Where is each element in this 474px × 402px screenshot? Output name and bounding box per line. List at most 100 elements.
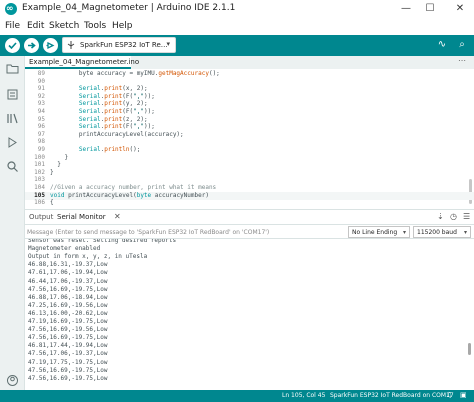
library-icon[interactable] — [6, 112, 19, 125]
autoscroll-icon[interactable]: ⇣ — [437, 212, 444, 221]
baud-rate-select[interactable]: 115200 baud ▾ — [413, 226, 471, 238]
baud-rate-value: 115200 baud — [417, 229, 457, 236]
board-selector[interactable]: SparkFun ESP32 IoT Re… ▾ — [62, 37, 176, 53]
code-token: Serial — [78, 92, 101, 100]
more-tabs-icon[interactable]: ⋯ — [458, 56, 466, 65]
upload-button[interactable] — [24, 38, 39, 53]
debug-sidebar-icon[interactable] — [6, 136, 19, 149]
folder-icon[interactable] — [6, 62, 19, 75]
code-token: (y, 2); — [122, 100, 148, 108]
line-number: 106 — [34, 199, 45, 207]
code-token: (F( — [122, 108, 134, 115]
tab-sketch-file[interactable]: Example_04_Magnetometer.ino — [25, 56, 139, 69]
code-token: Serial — [78, 85, 101, 93]
clear-output-icon[interactable]: ☰ — [463, 212, 470, 221]
code-token: //Given a accuracy number, print what it… — [50, 184, 217, 191]
timestamp-icon[interactable]: ◷ — [450, 212, 457, 221]
serial-output-line: 46.44,17.06,-19.37,Low — [28, 277, 108, 285]
verify-button[interactable] — [5, 38, 20, 53]
serial-output-line: 47.19,16.69,-19.75,Low — [28, 318, 108, 325]
tab-serial-monitor[interactable]: Serial Monitor — [57, 213, 106, 221]
board-manager-icon[interactable] — [6, 88, 19, 101]
debug-button[interactable] — [43, 38, 58, 53]
minimize-button[interactable]: — — [398, 1, 414, 17]
serial-plotter-icon[interactable]: ∿ — [435, 38, 449, 52]
window-title: Example_04_Magnetometer | Arduino IDE 2.… — [22, 3, 236, 13]
serial-output-line: 47.61,17.06,-19.94,Low — [28, 269, 108, 277]
code-token: )); — [143, 92, 155, 100]
arrow-right-icon — [28, 42, 36, 49]
serial-output-line: 47.56,17.06,-19.37,Low — [28, 350, 108, 358]
board-name: SparkFun ESP32 IoT Re… — [80, 41, 168, 49]
serial-output-line: 47.25,16.69,-19.56,Low — [28, 301, 108, 309]
code-token: } — [50, 161, 61, 169]
serial-monitor-icon[interactable]: ⌕ — [455, 38, 469, 52]
search-icon[interactable] — [6, 160, 19, 173]
code-token: print — [104, 123, 123, 131]
chevron-down-icon: ▾ — [402, 229, 406, 236]
code-token: (); — [208, 70, 220, 77]
code-token: )); — [143, 108, 155, 115]
serial-output-line: 47.56,16.69,-19.56,Low — [28, 326, 108, 334]
serial-output-line: 47.56,16.69,-19.75,Low — [28, 366, 108, 374]
close-button[interactable]: ✕ — [452, 1, 468, 17]
menu-tools[interactable]: Tools — [84, 21, 106, 31]
line-ending-select[interactable]: No Line Ending ▾ — [348, 226, 410, 238]
code-token: void — [50, 191, 65, 199]
debug-icon — [46, 41, 55, 50]
code-token: (F( — [122, 92, 134, 100]
serial-output-line: 47.56,16.69,-19.75,Low — [28, 285, 108, 293]
code-token: (x, 2); — [122, 85, 148, 93]
menu-sketch[interactable]: Sketch — [49, 21, 79, 31]
code-token: println — [104, 146, 130, 153]
code-token: } — [50, 153, 69, 161]
code-editor[interactable]: 89 byte accuracy = myIMU.getMagAccuracy(… — [25, 69, 474, 209]
serial-output-line: 46.88,17.06,-18.94,Low — [28, 293, 108, 301]
menu-help[interactable]: Help — [112, 21, 133, 31]
layout-icon[interactable]: ▣ — [460, 391, 467, 399]
status-bar: Ln 105, Col 45 SparkFun ESP32 IoT RedBoa… — [0, 390, 474, 402]
code-token: )); — [143, 123, 155, 131]
maximize-button[interactable]: ☐ — [422, 1, 438, 17]
code-token: (F( — [122, 123, 134, 131]
account-icon[interactable] — [6, 374, 19, 387]
menu-edit[interactable]: Edit — [27, 21, 44, 31]
code-token: (); — [129, 146, 141, 153]
close-serial-monitor-icon[interactable]: ✕ — [114, 212, 121, 221]
serial-input-bar: No Line Ending ▾ 115200 baud ▾ — [25, 224, 474, 239]
code-token: Serial — [78, 146, 101, 153]
menu-bar: File Edit Sketch Tools Help — [0, 18, 474, 35]
code-token: "," — [133, 123, 144, 131]
menu-file[interactable]: File — [5, 21, 20, 31]
serial-output-line: 46.81,17.44,-19.94,Low — [28, 342, 108, 350]
code-token: Serial — [78, 100, 101, 108]
tab-label: Example_04_Magnetometer.ino — [29, 58, 140, 66]
activity-sidebar — [0, 56, 25, 390]
code-token: "," — [133, 108, 144, 115]
code-token: print — [104, 85, 123, 93]
serial-output-scrollbar[interactable] — [468, 343, 471, 355]
tab-output[interactable]: Output — [29, 213, 53, 221]
code-token: Serial — [78, 108, 101, 115]
code-token: byte accuracy = myIMU. — [50, 70, 159, 77]
serial-output-line: 46.88,16.31,-19.37,Low — [28, 261, 108, 269]
code-line[interactable]: 106 { — [25, 199, 474, 207]
code-token: (z, 2); — [122, 115, 148, 123]
code-token: accuracyNumber) — [151, 191, 209, 199]
serial-message-input[interactable] — [27, 226, 345, 238]
code-token: Serial — [78, 123, 101, 131]
serial-output-line: 46.13,16.00,-20.62,Low — [28, 309, 108, 317]
code-token: print — [104, 108, 123, 115]
code-token: } — [50, 168, 54, 176]
usb-icon — [67, 41, 75, 49]
board-port-status: SparkFun ESP32 IoT RedBoard on COM17 — [330, 392, 454, 399]
serial-output-line: Sensor was reset. Setting desired report… — [28, 239, 177, 244]
notifications-icon[interactable]: ♫ — [446, 391, 452, 399]
check-icon — [8, 42, 17, 50]
